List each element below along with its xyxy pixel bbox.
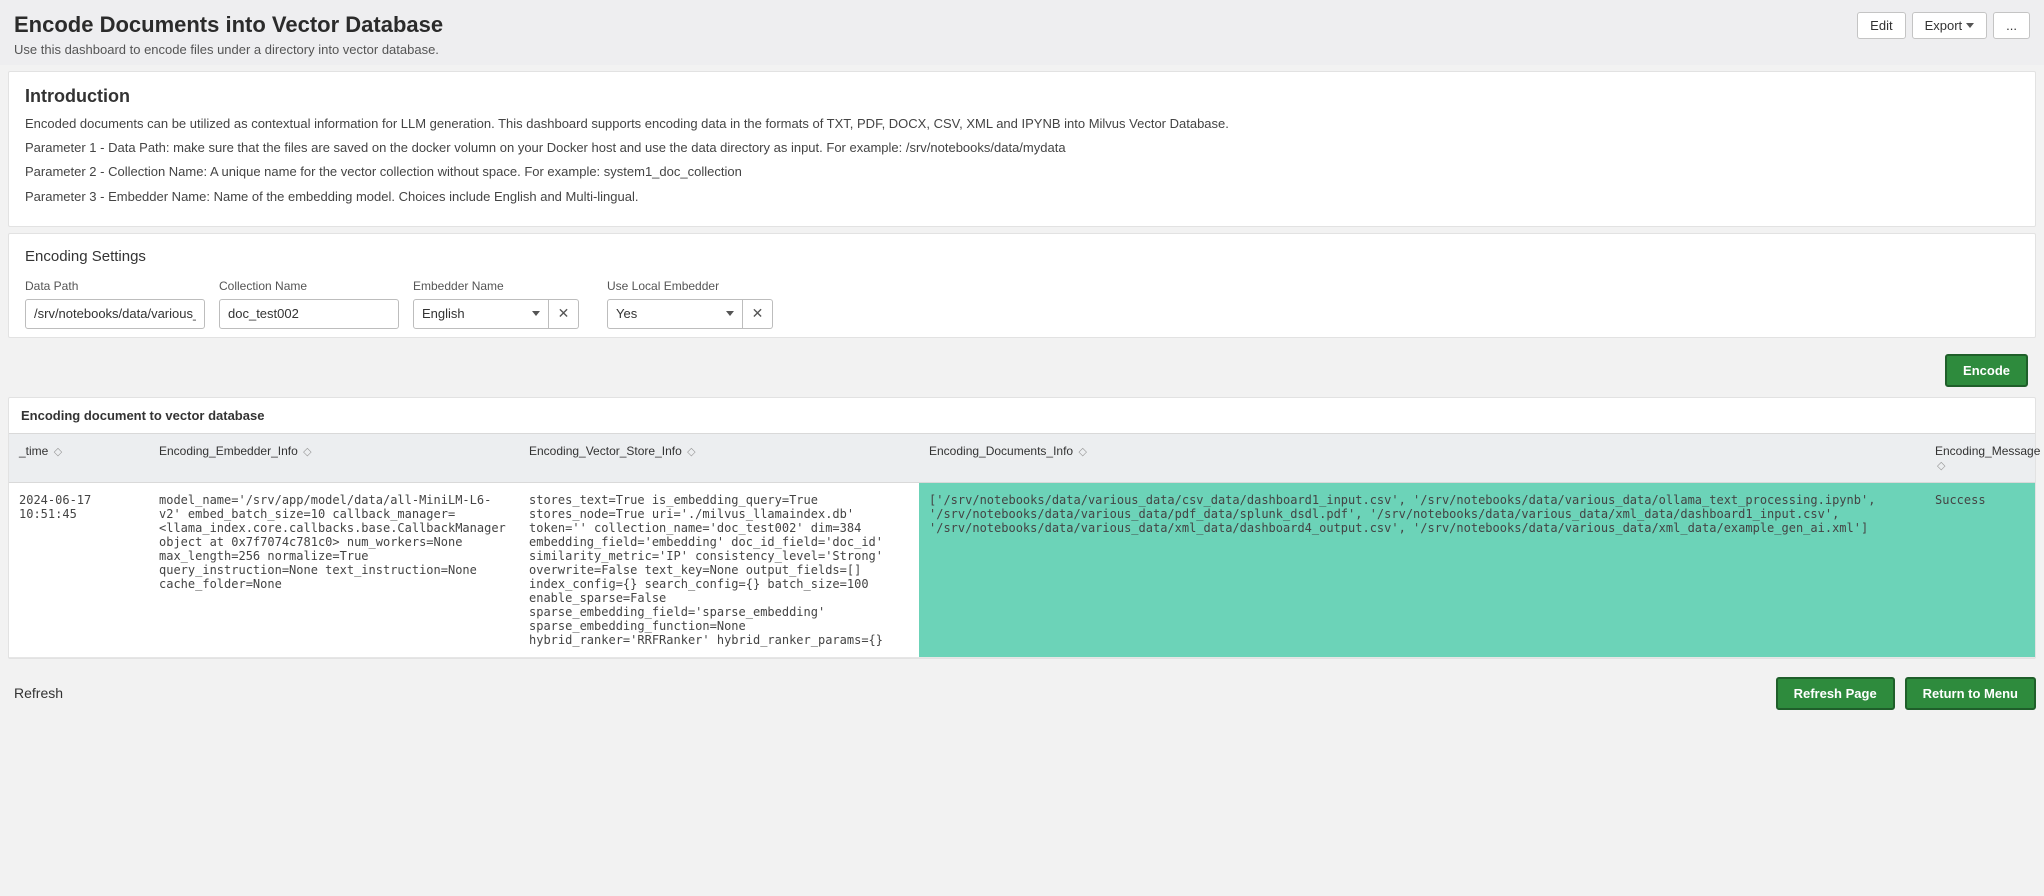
more-label: ... bbox=[2006, 18, 2017, 33]
cell-time: 2024-06-17 10:51:45 bbox=[9, 482, 149, 657]
intro-param2: Parameter 2 - Collection Name: A unique … bbox=[25, 163, 2019, 181]
footer-row: Refresh Refresh Page Return to Menu bbox=[0, 665, 2044, 728]
intro-heading: Introduction bbox=[25, 86, 2019, 107]
col-time[interactable]: _time ◇ bbox=[9, 433, 149, 482]
intro-param1: Parameter 1 - Data Path: make sure that … bbox=[25, 139, 2019, 157]
cell-documents: ['/srv/notebooks/data/various_data/csv_d… bbox=[919, 482, 1925, 657]
sort-icon: ◇ bbox=[1078, 446, 1086, 458]
sort-icon: ◇ bbox=[1937, 460, 1945, 472]
col-time-label: _time bbox=[19, 444, 48, 458]
refresh-link[interactable]: Refresh bbox=[14, 685, 63, 701]
table-row: 2024-06-17 10:51:45 model_name='/srv/app… bbox=[9, 482, 2035, 657]
edit-button[interactable]: Edit bbox=[1857, 12, 1905, 39]
page-subtitle: Use this dashboard to encode files under… bbox=[14, 42, 443, 57]
encode-button[interactable]: Encode bbox=[1945, 354, 2028, 387]
chevron-down-icon bbox=[532, 311, 540, 316]
cell-embedder: model_name='/srv/app/model/data/all-Mini… bbox=[149, 482, 519, 657]
collection-name-input[interactable] bbox=[219, 299, 399, 329]
intro-desc: Encoded documents can be utilized as con… bbox=[25, 115, 2019, 133]
more-button[interactable]: ... bbox=[1993, 12, 2030, 39]
col-vector-label: Encoding_Vector_Store_Info bbox=[529, 444, 682, 458]
results-panel: Encoding document to vector database _ti… bbox=[8, 397, 2036, 659]
col-message[interactable]: Encoding_Message ◇ bbox=[1925, 433, 2035, 482]
col-documents-label: Encoding_Documents_Info bbox=[929, 444, 1073, 458]
encode-label: Encode bbox=[1963, 363, 2010, 378]
col-message-label: Encoding_Message bbox=[1935, 444, 2040, 458]
table-header-row: _time ◇ Encoding_Embedder_Info ◇ Encodin… bbox=[9, 433, 2035, 482]
embedder-name-group: Embedder Name English ✕ bbox=[413, 279, 593, 329]
header-actions: Edit Export ... bbox=[1857, 12, 2030, 39]
data-path-label: Data Path bbox=[25, 279, 205, 293]
intro-panel: Introduction Encoded documents can be ut… bbox=[8, 71, 2036, 227]
use-local-group: Use Local Embedder Yes ✕ bbox=[607, 279, 787, 329]
embedder-name-label: Embedder Name bbox=[413, 279, 593, 293]
cell-vector: stores_text=True is_embedding_query=True… bbox=[519, 482, 919, 657]
encode-row: Encode bbox=[0, 344, 2044, 397]
col-documents[interactable]: Encoding_Documents_Info ◇ bbox=[919, 433, 1925, 482]
embedder-clear-button[interactable]: ✕ bbox=[549, 299, 579, 329]
chevron-down-icon bbox=[726, 311, 734, 316]
cell-message: Success bbox=[1925, 482, 2035, 657]
page-title: Encode Documents into Vector Database bbox=[14, 12, 443, 38]
results-title: Encoding document to vector database bbox=[9, 398, 2035, 433]
footer-buttons: Refresh Page Return to Menu bbox=[1776, 677, 2036, 710]
intro-param3: Parameter 3 - Embedder Name: Name of the… bbox=[25, 188, 2019, 206]
sort-icon: ◇ bbox=[54, 446, 62, 458]
header-left: Encode Documents into Vector Database Us… bbox=[14, 12, 443, 57]
settings-title: Encoding Settings bbox=[25, 248, 2019, 265]
embedder-name-select[interactable]: English bbox=[413, 299, 549, 329]
export-label: Export bbox=[1925, 18, 1963, 33]
col-vector[interactable]: Encoding_Vector_Store_Info ◇ bbox=[519, 433, 919, 482]
edit-label: Edit bbox=[1870, 18, 1892, 33]
use-local-label: Use Local Embedder bbox=[607, 279, 787, 293]
return-menu-label: Return to Menu bbox=[1923, 686, 2018, 701]
export-button[interactable]: Export bbox=[1912, 12, 1988, 39]
results-table: _time ◇ Encoding_Embedder_Info ◇ Encodin… bbox=[9, 433, 2035, 658]
sort-icon: ◇ bbox=[303, 446, 311, 458]
refresh-page-button[interactable]: Refresh Page bbox=[1776, 677, 1895, 710]
col-embedder[interactable]: Encoding_Embedder_Info ◇ bbox=[149, 433, 519, 482]
data-path-group: Data Path bbox=[25, 279, 205, 329]
settings-panel: Encoding Settings Data Path Collection N… bbox=[8, 233, 2036, 338]
embedder-name-value: English bbox=[422, 306, 465, 321]
page-header: Encode Documents into Vector Database Us… bbox=[0, 0, 2044, 65]
data-path-input[interactable] bbox=[25, 299, 205, 329]
chevron-down-icon bbox=[1966, 23, 1974, 28]
sort-icon: ◇ bbox=[687, 446, 695, 458]
close-icon: ✕ bbox=[558, 305, 570, 322]
collection-name-group: Collection Name bbox=[219, 279, 399, 329]
use-local-value: Yes bbox=[616, 306, 637, 321]
use-local-clear-button[interactable]: ✕ bbox=[743, 299, 773, 329]
settings-row: Data Path Collection Name Embedder Name … bbox=[25, 279, 2019, 329]
return-menu-button[interactable]: Return to Menu bbox=[1905, 677, 2036, 710]
collection-name-label: Collection Name bbox=[219, 279, 399, 293]
refresh-page-label: Refresh Page bbox=[1794, 686, 1877, 701]
col-embedder-label: Encoding_Embedder_Info bbox=[159, 444, 298, 458]
use-local-select[interactable]: Yes bbox=[607, 299, 743, 329]
close-icon: ✕ bbox=[752, 305, 764, 322]
